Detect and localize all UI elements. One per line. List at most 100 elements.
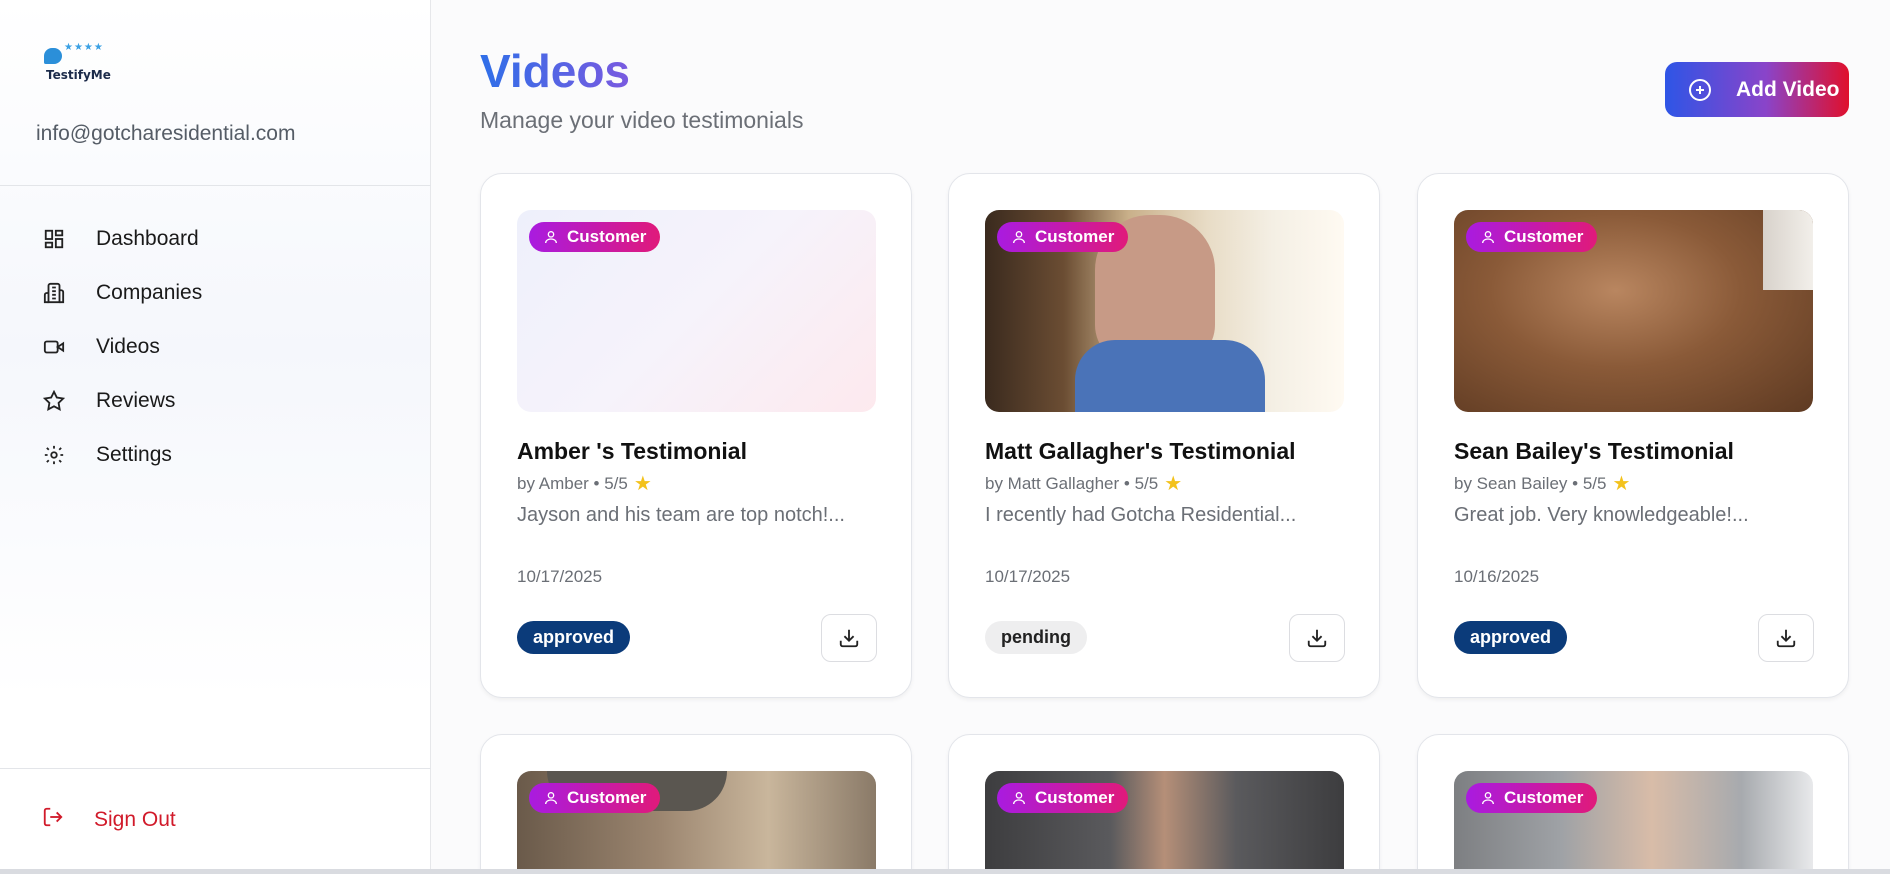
badge-label: Customer (1504, 227, 1584, 246)
download-button[interactable] (1758, 614, 1814, 662)
user-icon (1013, 231, 1025, 244)
speech-bubble-icon (44, 48, 62, 64)
card-meta: by Amber • 5/5 ★ (517, 471, 652, 496)
meta-separator: • (1567, 473, 1583, 493)
video-thumbnail[interactable]: Customer (1454, 771, 1813, 874)
user-icon (1013, 792, 1025, 805)
video-icon (42, 335, 66, 359)
customer-badge: Customer (529, 783, 661, 813)
star-icon: ★ (1612, 473, 1631, 495)
customer-badge: Customer (529, 222, 661, 252)
sidebar-item-videos[interactable]: Videos (0, 320, 431, 374)
gear-icon (42, 443, 66, 467)
card-author: by Amber (517, 473, 589, 493)
video-card[interactable]: Customer (948, 734, 1380, 874)
video-thumbnail[interactable]: Customer (517, 210, 876, 412)
video-card[interactable]: Customer (480, 734, 912, 874)
video-thumbnail[interactable]: Customer (985, 771, 1344, 874)
star-icon: ★ (1164, 473, 1183, 495)
sidebar-item-dashboard[interactable]: Dashboard (0, 212, 431, 266)
page-title: Videos (480, 45, 630, 97)
badge-label: Customer (567, 788, 647, 807)
customer-badge: Customer (997, 222, 1129, 252)
card-author: by Matt Gallagher (985, 473, 1120, 493)
video-thumbnail[interactable]: Customer (517, 771, 876, 874)
divider (0, 768, 431, 769)
dashboard-icon (42, 227, 66, 251)
customer-badge: Customer (997, 783, 1129, 813)
card-title: Sean Bailey's Testimonial (1454, 438, 1734, 464)
account-email: info@gotcharesidential.com (36, 122, 296, 145)
sidebar-item-label: Reviews (96, 389, 176, 412)
app-root: ★★★★ TestifyMe info@gotcharesidential.co… (0, 0, 1890, 874)
sidebar-item-reviews[interactable]: Reviews (0, 374, 431, 428)
sidebar-nav: Dashboard Companies Videos Reviews Setti… (0, 212, 431, 482)
star-icon: ★ (633, 473, 652, 495)
card-title: Amber 's Testimonial (517, 438, 747, 464)
card-excerpt: Great job. Very knowledgeable!... (1454, 504, 1749, 526)
customer-badge: Customer (1466, 783, 1598, 813)
status-badge: approved (1454, 621, 1568, 654)
add-video-button[interactable]: Add Video (1665, 62, 1849, 117)
divider (0, 185, 431, 186)
card-excerpt: I recently had Gotcha Residential... (985, 504, 1297, 526)
star-icon (42, 389, 66, 413)
user-icon (1482, 792, 1494, 805)
sign-out-button[interactable]: Sign Out (42, 806, 176, 833)
video-thumbnail[interactable]: Customer (1454, 210, 1813, 412)
badge-label: Customer (1035, 227, 1115, 246)
brand-name: TestifyMe (46, 68, 111, 82)
badge-label: Customer (1035, 788, 1115, 807)
user-icon (1482, 231, 1494, 244)
sidebar-item-label: Videos (96, 335, 160, 358)
stars-icon: ★★★★ (64, 42, 104, 53)
video-card[interactable]: Customer Sean Bailey's Testimonial by Se… (1417, 173, 1849, 698)
sidebar-item-companies[interactable]: Companies (0, 266, 431, 320)
card-date: 10/17/2025 (985, 567, 1071, 586)
badge-label: Customer (567, 227, 647, 246)
card-excerpt: Jayson and his team are top notch!... (517, 504, 845, 526)
card-title: Matt Gallagher's Testimonial (985, 438, 1296, 464)
card-date: 10/16/2025 (1454, 567, 1540, 586)
person-shirt (1075, 340, 1265, 412)
sign-out-label: Sign Out (94, 807, 176, 831)
sidebar-item-settings[interactable]: Settings (0, 428, 431, 482)
sidebar: ★★★★ TestifyMe info@gotcharesidential.co… (0, 0, 431, 874)
card-rating: 5/5 (1582, 473, 1607, 493)
video-card[interactable]: Customer Matt Gallagher's Testimonial by… (948, 173, 1380, 698)
card-meta: by Matt Gallagher • 5/5 ★ (985, 471, 1182, 496)
download-icon (1776, 629, 1796, 648)
add-video-label: Add Video (1736, 77, 1840, 101)
download-icon (839, 629, 859, 648)
badge-label: Customer (1504, 788, 1584, 807)
card-rating: 5/5 (1134, 473, 1159, 493)
page-subtitle: Manage your video testimonials (480, 107, 804, 133)
window-bottom-edge (0, 869, 1890, 874)
video-thumbnail[interactable]: Customer (985, 210, 1344, 412)
plus-circle-icon (1688, 78, 1712, 102)
status-badge: approved (517, 621, 631, 654)
meta-separator: • (1119, 473, 1135, 493)
video-card[interactable]: Customer (1417, 734, 1849, 874)
user-icon (545, 231, 557, 244)
download-button[interactable] (821, 614, 877, 662)
building-icon (42, 281, 66, 305)
status-badge: pending (985, 621, 1087, 654)
customer-badge: Customer (1466, 222, 1598, 252)
card-date: 10/17/2025 (517, 567, 603, 586)
video-card[interactable]: Customer Amber 's Testimonial by Amber •… (480, 173, 912, 698)
main-content: Videos Manage your video testimonials Ad… (431, 0, 1890, 874)
brand-logo[interactable]: ★★★★ TestifyMe (42, 42, 112, 86)
log-out-icon (42, 806, 64, 833)
meta-separator: • (588, 473, 605, 493)
download-icon (1307, 629, 1327, 648)
card-meta: by Sean Bailey • 5/5 ★ (1454, 471, 1630, 496)
sidebar-item-label: Dashboard (96, 227, 199, 250)
wall-corner (1763, 210, 1813, 290)
sidebar-item-label: Settings (96, 443, 172, 466)
user-icon (545, 792, 557, 805)
sidebar-item-label: Companies (96, 281, 203, 304)
download-button[interactable] (1289, 614, 1345, 662)
card-rating: 5/5 (604, 473, 628, 493)
card-author: by Sean Bailey (1454, 473, 1568, 493)
